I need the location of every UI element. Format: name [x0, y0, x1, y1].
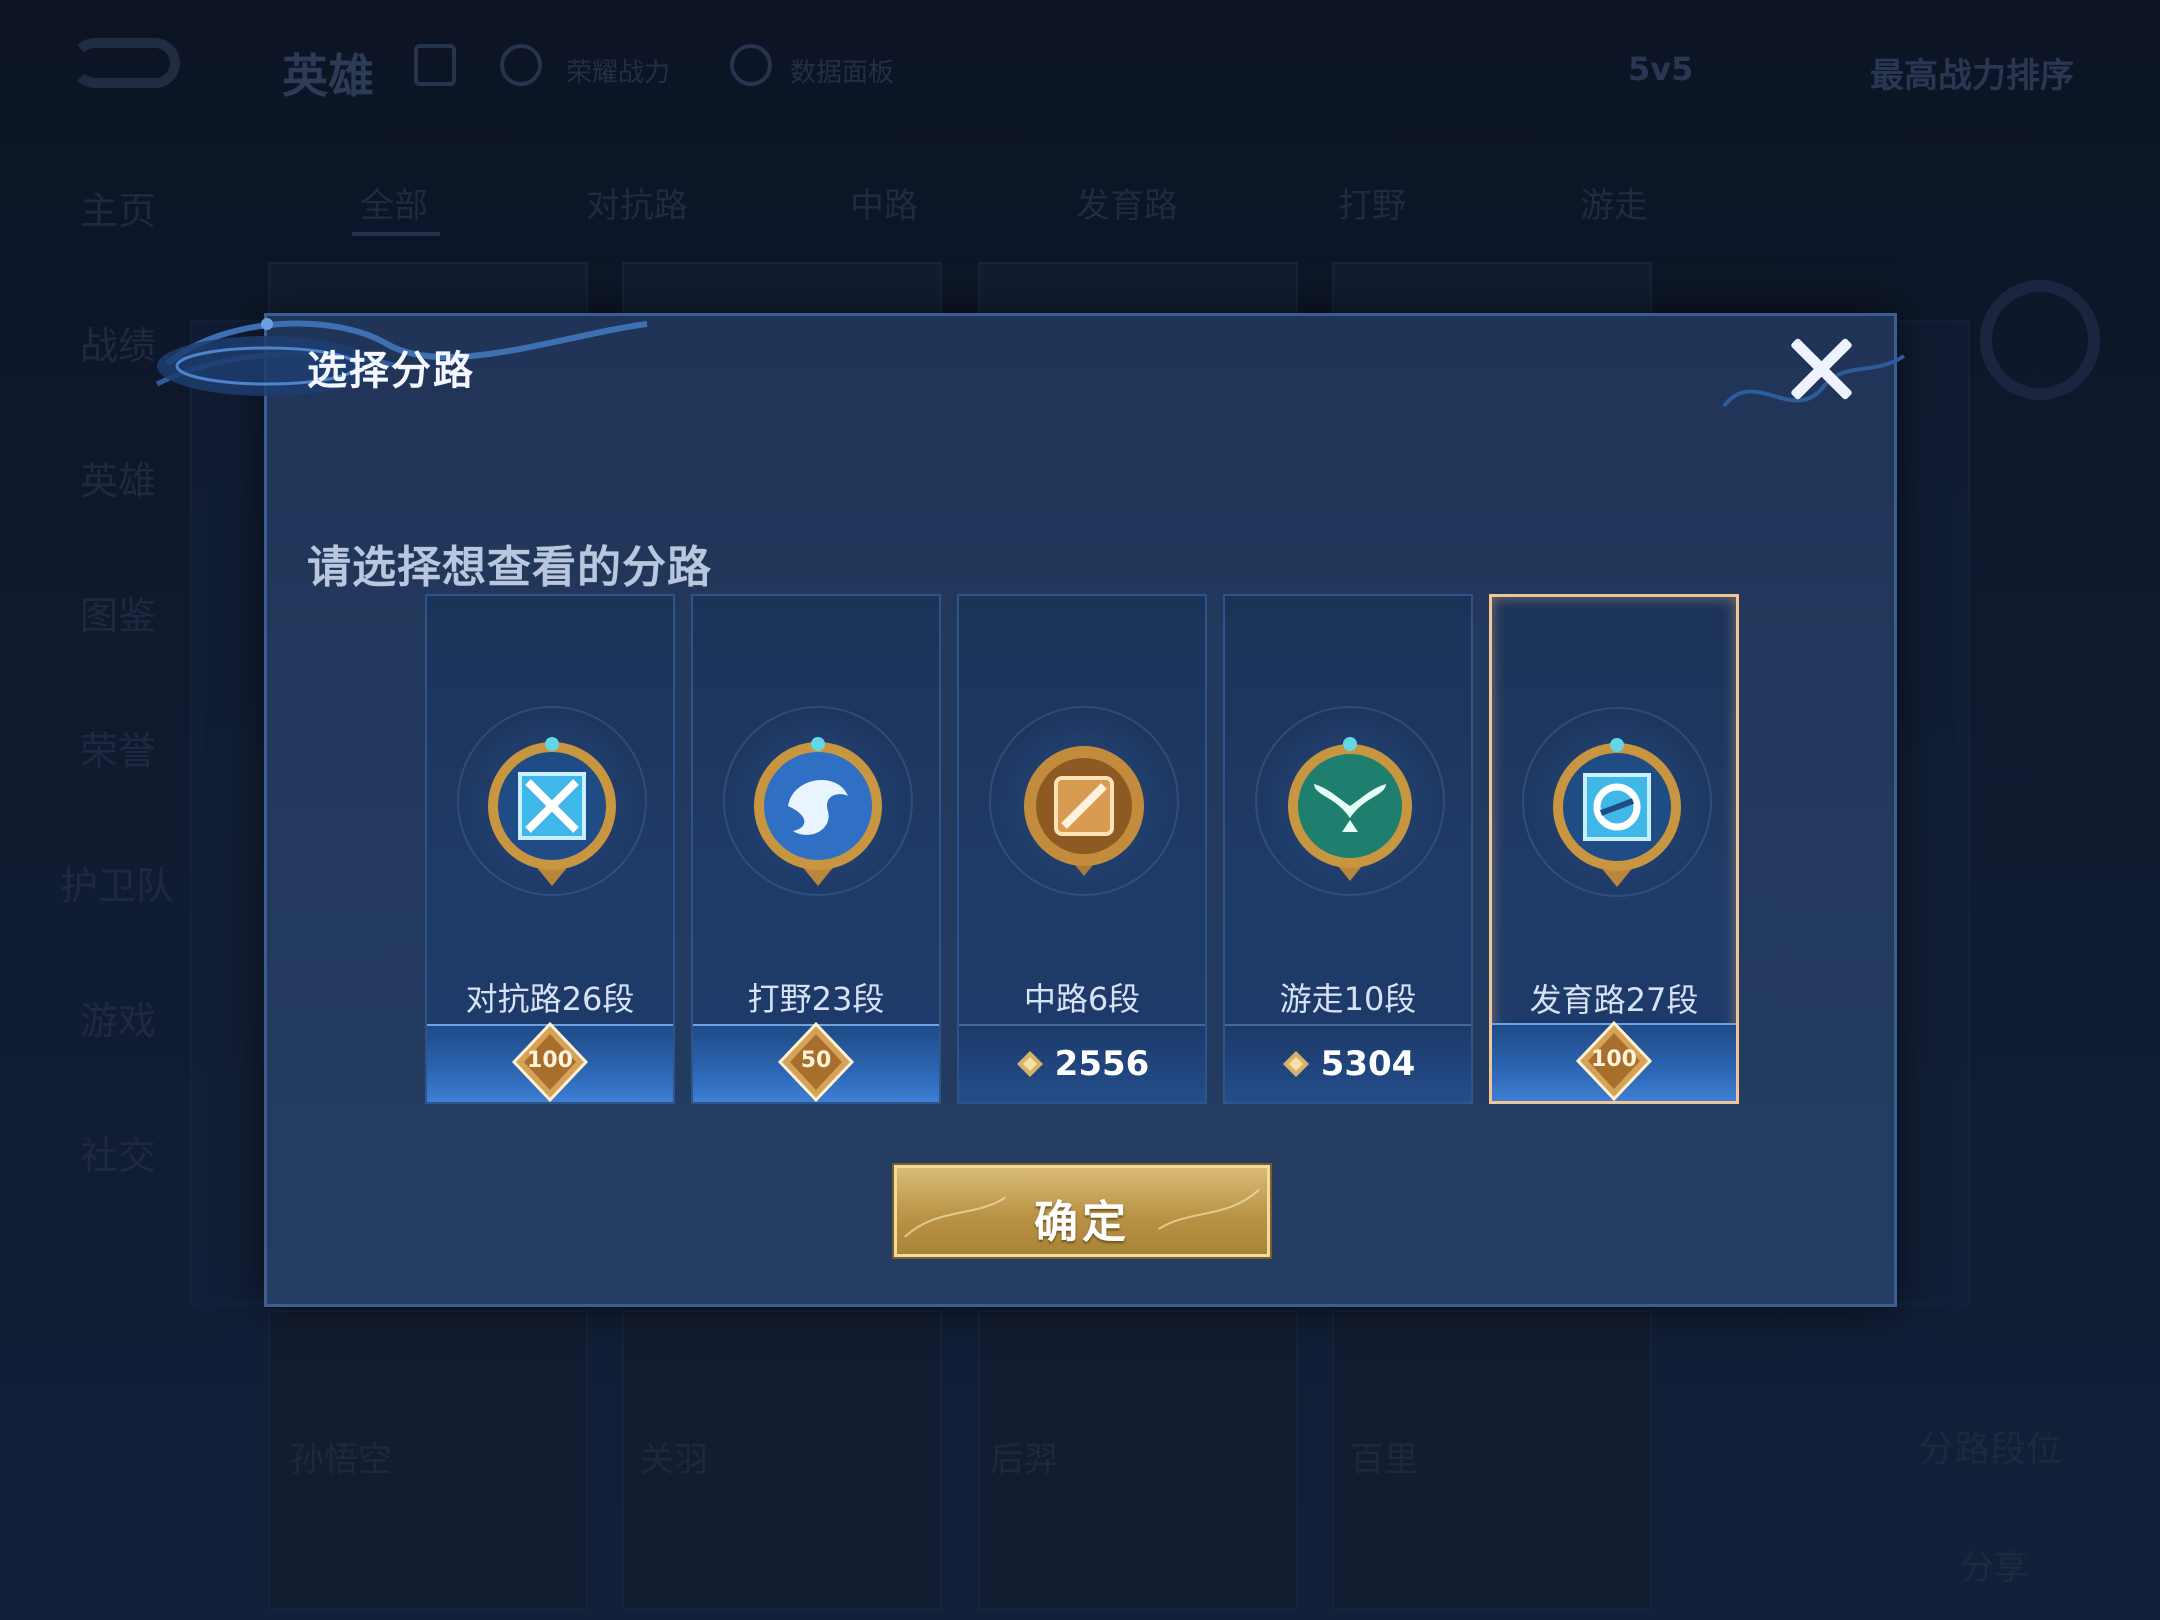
tab: 游走	[1580, 186, 1648, 226]
lane-label: 打野23段	[747, 980, 885, 1018]
tab: 全部	[360, 186, 428, 226]
power-score: 5304	[1225, 1044, 1471, 1084]
background-topbar: 英雄 荣耀战力 数据面板 5v5 最高战力排序	[0, 0, 2160, 130]
lane-card-mid[interactable]: 中路6段 2556	[957, 594, 1207, 1104]
back-logo-icon	[70, 38, 180, 88]
background-share: 分享	[1960, 1548, 2028, 1588]
lane-card-roam[interactable]: 游走10段 5304	[1223, 594, 1473, 1104]
tab: 打野	[1338, 186, 1406, 226]
lane-card-list: 对抗路26段 100 打野23段 50 中路6段 2556 游走10段 5304…	[425, 594, 1745, 1106]
tab-underline	[352, 232, 440, 236]
power-score-value: 2556	[1054, 1044, 1150, 1084]
power-score-value: 5304	[1320, 1044, 1416, 1084]
background-emblem-icon	[1980, 280, 2100, 400]
lane-label: 对抗路26段	[465, 980, 635, 1018]
tab: 对抗路	[586, 186, 688, 226]
background-mode: 5v5	[1628, 50, 1694, 88]
staff-icon	[1024, 746, 1144, 876]
sidebar-item: 战绩	[80, 324, 157, 368]
hero-name: 后羿	[990, 1440, 1058, 1480]
dragon-icon	[754, 737, 882, 886]
rank-bar: 50	[693, 1021, 939, 1103]
rank-badge-number: 100	[1591, 1047, 1637, 1072]
bow-icon	[1553, 738, 1681, 887]
sidebar-item: 护卫队	[60, 864, 175, 908]
lane-card-jungle[interactable]: 打野23段 50	[691, 594, 941, 1104]
helmet-icon	[500, 44, 542, 86]
lane-label: 发育路27段	[1529, 981, 1699, 1019]
confirm-label: 确定	[1034, 1197, 1130, 1248]
sidebar-item: 社交	[80, 1134, 157, 1178]
sidebar-item: 英雄	[80, 459, 157, 503]
dialog-title: 选择分路	[307, 348, 475, 394]
background-top-item: 荣耀战力	[566, 58, 671, 88]
list-icon	[414, 44, 456, 86]
rank-bar: 2556	[959, 1024, 1205, 1102]
rank-bar: 5304	[1225, 1024, 1471, 1102]
background-title: 英雄	[282, 49, 374, 103]
lane-card-top[interactable]: 对抗路26段 100	[425, 594, 675, 1104]
sidebar-item: 图鉴	[80, 594, 157, 638]
tab: 中路	[850, 186, 918, 226]
hero-name: 孙悟空	[290, 1440, 392, 1480]
sidebar-item: 游戏	[80, 999, 157, 1043]
rank-bar: 100	[1492, 1020, 1736, 1102]
lane-label: 游走10段	[1279, 980, 1417, 1018]
confirm-button[interactable]: 确定	[894, 1165, 1270, 1257]
tab: 发育路	[1076, 186, 1178, 226]
power-icon	[1282, 1051, 1309, 1077]
crossed-swords-icon	[488, 737, 616, 886]
rank-bar: 100	[427, 1021, 673, 1103]
rank-badge-number: 100	[527, 1048, 573, 1073]
select-lane-dialog: 选择分路 请选择想查看的分路 对抗路26段 100 打野23段 50 中路6段 …	[155, 313, 1906, 1307]
close-button[interactable]	[1786, 334, 1856, 404]
power-score: 2556	[959, 1044, 1205, 1084]
hero-name: 关羽	[640, 1440, 708, 1480]
sidebar-item: 主页	[80, 189, 157, 233]
power-icon	[1016, 1051, 1043, 1077]
lane-card-bot[interactable]: 发育路27段 100	[1489, 594, 1739, 1104]
chart-icon	[730, 44, 772, 86]
lane-label: 中路6段	[1023, 980, 1141, 1018]
background-lane-rank: 分路段位	[1918, 1429, 2063, 1470]
hero-name: 百里	[1350, 1440, 1418, 1480]
background-sort: 最高战力排序	[1870, 56, 2074, 96]
background-top-item: 数据面板	[790, 58, 895, 88]
dialog-subtitle: 请选择想查看的分路	[307, 542, 712, 593]
rank-badge-number: 50	[800, 1048, 832, 1073]
wings-icon	[1288, 737, 1412, 881]
sidebar-item: 荣誉	[80, 729, 157, 773]
